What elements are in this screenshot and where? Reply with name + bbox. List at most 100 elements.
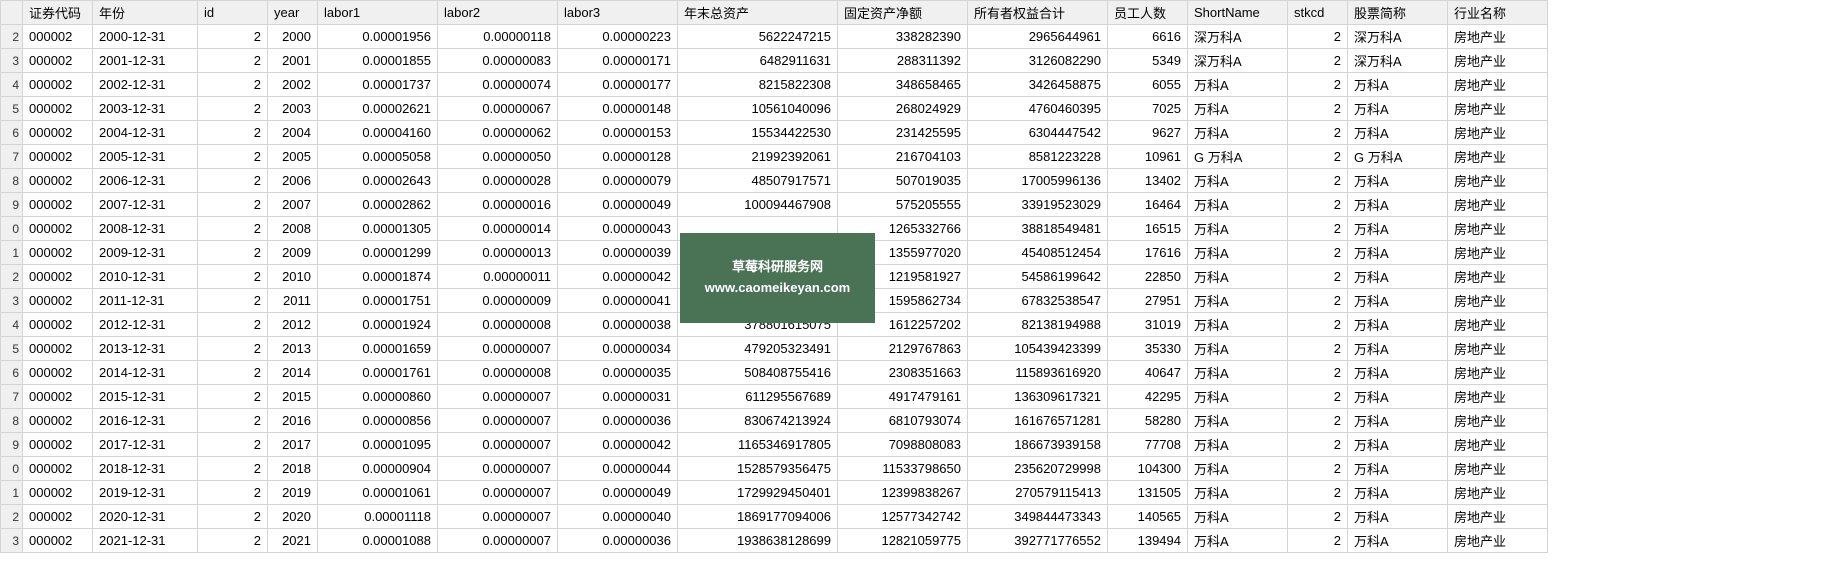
cell[interactable]: 万科A	[1348, 193, 1448, 217]
cell[interactable]: 2003-12-31	[93, 97, 198, 121]
cell[interactable]: 房地产业	[1448, 193, 1548, 217]
cell[interactable]: 4917479161	[838, 385, 968, 409]
cell[interactable]: 5622247215	[678, 25, 838, 49]
cell[interactable]: 2019	[268, 481, 318, 505]
cell[interactable]: 2009-12-31	[93, 241, 198, 265]
cell[interactable]: 万科A	[1348, 409, 1448, 433]
cell[interactable]: 000002	[23, 313, 93, 337]
cell[interactable]: 13402	[1108, 169, 1188, 193]
cell[interactable]: 房地产业	[1448, 481, 1548, 505]
cell[interactable]: 2	[198, 409, 268, 433]
cell[interactable]: 0.00000007	[438, 505, 558, 529]
cell[interactable]: 186673939158	[968, 433, 1108, 457]
cell[interactable]: 万科A	[1188, 121, 1288, 145]
cell[interactable]: 万科A	[1188, 481, 1288, 505]
cell[interactable]: 0.00001956	[318, 25, 438, 49]
cell[interactable]: 10561040096	[678, 97, 838, 121]
cell[interactable]: 万科A	[1188, 73, 1288, 97]
cell[interactable]: 2	[198, 481, 268, 505]
cell[interactable]: 5349	[1108, 49, 1188, 73]
cell[interactable]: 54586199642	[968, 265, 1108, 289]
cell[interactable]: 000002	[23, 505, 93, 529]
cell[interactable]: 2019-12-31	[93, 481, 198, 505]
cell[interactable]: 000002	[23, 385, 93, 409]
cell[interactable]: 2	[198, 73, 268, 97]
cell[interactable]: 万科A	[1188, 289, 1288, 313]
cell[interactable]: 1729929450401	[678, 481, 838, 505]
cell[interactable]: 0.00000856	[318, 409, 438, 433]
cell[interactable]: 房地产业	[1448, 361, 1548, 385]
cell[interactable]: 0.00000034	[558, 337, 678, 361]
cell[interactable]: 000002	[23, 529, 93, 553]
column-header[interactable]: labor1	[318, 1, 438, 25]
cell[interactable]: 000002	[23, 241, 93, 265]
cell[interactable]: 2012	[268, 313, 318, 337]
column-header[interactable]: 年份	[93, 1, 198, 25]
cell[interactable]: 万科A	[1188, 457, 1288, 481]
cell[interactable]: 0.00000011	[438, 265, 558, 289]
cell[interactable]: 2	[198, 457, 268, 481]
cell[interactable]: 2	[1288, 241, 1348, 265]
cell[interactable]: 235620729998	[968, 457, 1108, 481]
cell[interactable]: 35330	[1108, 337, 1188, 361]
cell[interactable]: 2	[198, 49, 268, 73]
cell[interactable]: 0.00000044	[558, 457, 678, 481]
cell[interactable]: 000002	[23, 481, 93, 505]
cell[interactable]: 58280	[1108, 409, 1188, 433]
cell[interactable]: 2018-12-31	[93, 457, 198, 481]
cell[interactable]: 2017	[268, 433, 318, 457]
column-header[interactable]: 所有者权益合计	[968, 1, 1108, 25]
cell[interactable]: 万科A	[1348, 265, 1448, 289]
column-header[interactable]: 证券代码	[23, 1, 93, 25]
cell[interactable]: 000002	[23, 361, 93, 385]
cell[interactable]: 21992392061	[678, 145, 838, 169]
cell[interactable]: 万科A	[1348, 481, 1448, 505]
cell[interactable]: 2	[1288, 433, 1348, 457]
cell[interactable]: 38818549481	[968, 217, 1108, 241]
row-number[interactable]: 3	[1, 289, 23, 313]
cell[interactable]: 611295567689	[678, 385, 838, 409]
cell[interactable]: 15534422530	[678, 121, 838, 145]
cell[interactable]: 2	[1288, 313, 1348, 337]
cell[interactable]: 万科A	[1188, 529, 1288, 553]
cell[interactable]: 2	[1288, 529, 1348, 553]
cell[interactable]: 2	[198, 361, 268, 385]
cell[interactable]: 0.00000049	[558, 193, 678, 217]
cell[interactable]: 2016-12-31	[93, 409, 198, 433]
cell[interactable]: 2	[198, 193, 268, 217]
cell[interactable]: 0.00002643	[318, 169, 438, 193]
cell[interactable]: 深万科A	[1348, 49, 1448, 73]
cell[interactable]: 270579115413	[968, 481, 1108, 505]
cell[interactable]: 2	[1288, 217, 1348, 241]
cell[interactable]: 2	[198, 121, 268, 145]
cell[interactable]: 000002	[23, 289, 93, 313]
cell[interactable]: 万科A	[1188, 337, 1288, 361]
cell[interactable]: 0.00001061	[318, 481, 438, 505]
cell[interactable]: 房地产业	[1448, 289, 1548, 313]
cell[interactable]: 万科A	[1188, 313, 1288, 337]
cell[interactable]: 0.00000031	[558, 385, 678, 409]
cell[interactable]: 2	[198, 337, 268, 361]
cell[interactable]: 1165346917805	[678, 433, 838, 457]
row-number[interactable]: 8	[1, 169, 23, 193]
cell[interactable]: 0.00000860	[318, 385, 438, 409]
cell[interactable]: 2013-12-31	[93, 337, 198, 361]
cell[interactable]: 0.00000040	[558, 505, 678, 529]
cell[interactable]: 0.00000007	[438, 481, 558, 505]
cell[interactable]: 0.00000223	[558, 25, 678, 49]
column-header[interactable]: stkcd	[1288, 1, 1348, 25]
cell[interactable]: 0.00000042	[558, 433, 678, 457]
cell[interactable]: 0.00000013	[438, 241, 558, 265]
cell[interactable]: 深万科A	[1348, 25, 1448, 49]
cell[interactable]: 0.00000904	[318, 457, 438, 481]
cell[interactable]: 0.00001088	[318, 529, 438, 553]
cell[interactable]: 000002	[23, 433, 93, 457]
cell[interactable]: 48507917571	[678, 169, 838, 193]
column-header[interactable]: 股票简称	[1348, 1, 1448, 25]
cell[interactable]: 房地产业	[1448, 241, 1548, 265]
cell[interactable]: 0.00000008	[438, 313, 558, 337]
cell[interactable]: 2	[198, 433, 268, 457]
cell[interactable]: 2015-12-31	[93, 385, 198, 409]
cell[interactable]: 288311392	[838, 49, 968, 73]
cell[interactable]: 2	[198, 313, 268, 337]
